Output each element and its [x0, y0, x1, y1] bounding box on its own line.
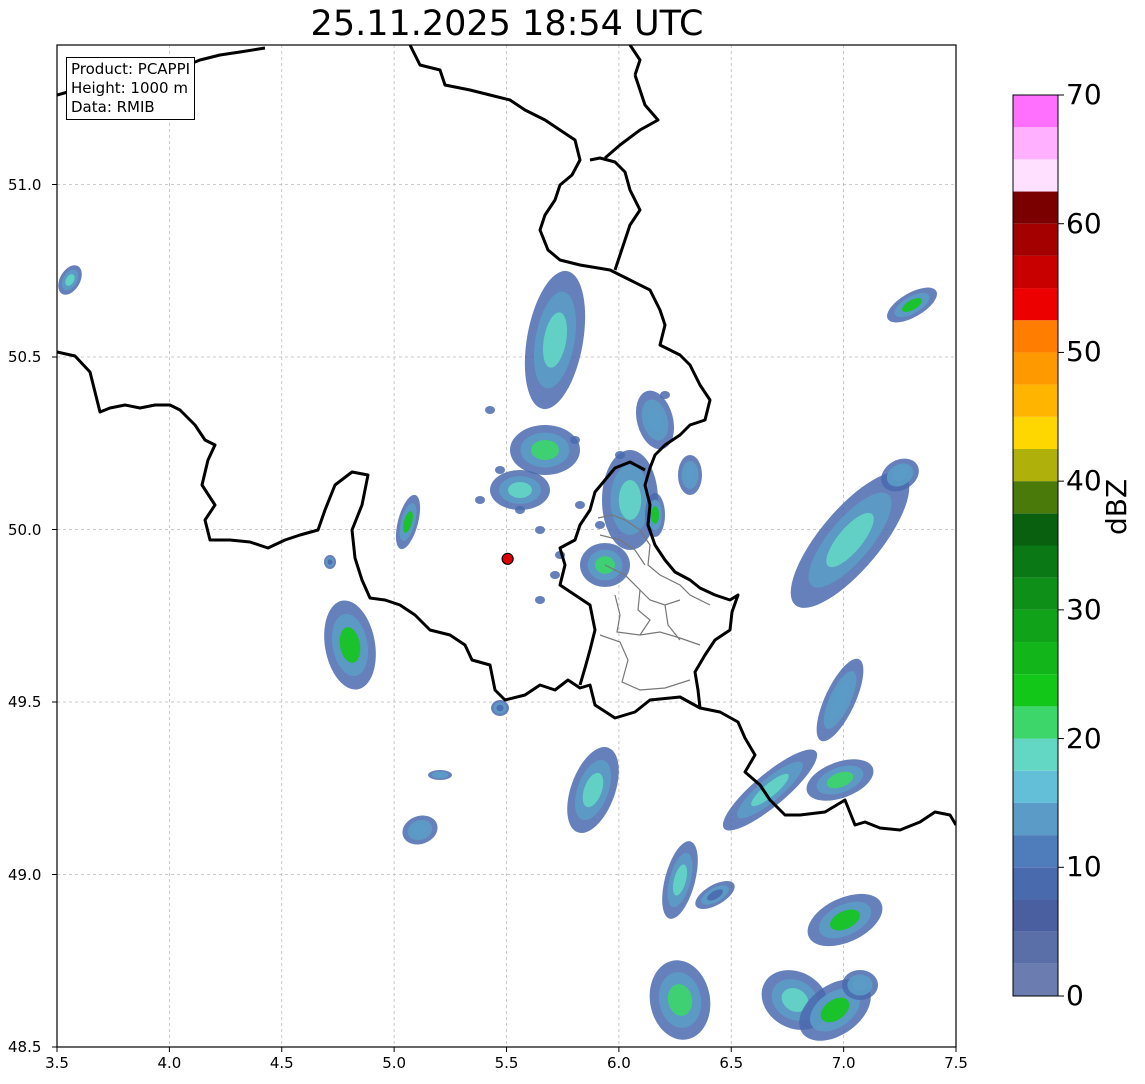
colorbar-tick-label: 70 — [1066, 78, 1102, 111]
radar-echo — [495, 466, 505, 474]
colorbar-segment — [1013, 963, 1058, 996]
radar-echo — [531, 440, 559, 460]
colorbar-segment — [1013, 706, 1058, 739]
colorbar-segment — [1013, 320, 1058, 353]
colorbar-segment — [1013, 448, 1058, 482]
height-label: Height: 1000 m — [71, 79, 188, 97]
x-tick-label: 6.5 — [719, 1054, 744, 1072]
colorbar-segment — [1013, 738, 1058, 771]
x-tick-label: 7.5 — [944, 1054, 968, 1072]
colorbar-tick-label: 40 — [1066, 464, 1102, 498]
x-tick-label: 5.5 — [494, 1054, 519, 1072]
colorbar-segment — [1013, 931, 1058, 964]
colorbar-segment — [1013, 255, 1058, 289]
colorbar-segment — [1013, 127, 1058, 160]
y-tick-label: 50.0 — [8, 520, 42, 539]
colorbar-segment — [1013, 159, 1058, 192]
x-tick-label: 3.5 — [45, 1054, 69, 1072]
x-tick-label: 7.0 — [831, 1054, 856, 1072]
colorbar-segment — [1013, 481, 1058, 514]
colorbar-tick-label: 20 — [1066, 721, 1102, 755]
radar-echo — [535, 526, 545, 534]
radar-echo — [435, 773, 445, 777]
colorbar-segment — [1013, 835, 1058, 868]
radar-echo — [570, 436, 580, 444]
colorbar-tick-label: 50 — [1066, 335, 1102, 369]
colorbar — [1013, 94, 1064, 997]
product-label: Product: PCAPPI — [71, 60, 191, 78]
y-tick-label: 51.0 — [8, 175, 42, 194]
colorbar-segment — [1013, 545, 1058, 578]
y-tick-label: 50.5 — [8, 348, 42, 366]
x-tick-marks — [56, 1047, 957, 1052]
colorbar-segment — [1013, 223, 1058, 256]
colorbar-tick-label: 60 — [1066, 206, 1102, 240]
radar-echo — [660, 391, 670, 399]
colorbar-segment — [1013, 95, 1058, 128]
radar-echo — [550, 571, 560, 579]
colorbar-tick-label: 10 — [1066, 850, 1102, 884]
colorbar-label: dBZ — [1100, 478, 1133, 535]
colorbar-segment — [1013, 288, 1058, 321]
x-tick-label: 6.0 — [606, 1054, 631, 1072]
colorbar-segment — [1013, 802, 1058, 836]
radar-echo — [515, 506, 525, 514]
colorbar-segment — [1013, 577, 1058, 610]
colorbar-tick-label: 0 — [1066, 979, 1084, 1012]
colorbar-segment — [1013, 770, 1058, 803]
colorbar-segment — [1013, 899, 1058, 932]
radar-echo — [535, 596, 545, 604]
x-tick-label: 4.0 — [157, 1054, 182, 1072]
radar-site-marker — [501, 552, 514, 565]
radar-echo — [496, 704, 504, 712]
radar-echo — [618, 480, 642, 520]
product-info-box: Product: PCAPPI Height: 1000 m Data: RMI… — [66, 57, 196, 120]
colorbar-tick-label: 30 — [1066, 592, 1102, 626]
radar-echo — [508, 482, 532, 498]
y-tick-label: 49.5 — [8, 693, 42, 711]
radar-echo — [651, 506, 659, 524]
y-tick-marks — [52, 184, 57, 1048]
radar-map — [52, 44, 1064, 1052]
colorbar-segment — [1013, 513, 1058, 546]
colorbar-segment — [1013, 352, 1058, 385]
radar-echo — [327, 559, 333, 565]
colorbar-segment — [1013, 609, 1058, 643]
radar-echo — [475, 496, 485, 504]
colorbar-segment — [1013, 642, 1058, 675]
y-tick-label: 48.5 — [8, 1038, 42, 1056]
radar-echo — [685, 467, 695, 483]
radar-echo — [615, 451, 625, 459]
x-tick-label: 5.0 — [382, 1054, 407, 1072]
x-tick-label: 4.5 — [269, 1054, 294, 1072]
y-tick-label: 49.0 — [8, 865, 42, 884]
radar-echo — [852, 979, 868, 991]
radar-echo — [575, 501, 585, 509]
colorbar-segment — [1013, 416, 1058, 449]
colorbar-segment — [1013, 384, 1058, 417]
radar-echo — [595, 521, 605, 529]
colorbar-segment — [1013, 867, 1058, 900]
colorbar-segment — [1013, 191, 1058, 224]
colorbar-segment — [1013, 674, 1058, 707]
data-source-label: Data: RMIB — [71, 98, 155, 116]
radar-echo — [485, 406, 495, 414]
